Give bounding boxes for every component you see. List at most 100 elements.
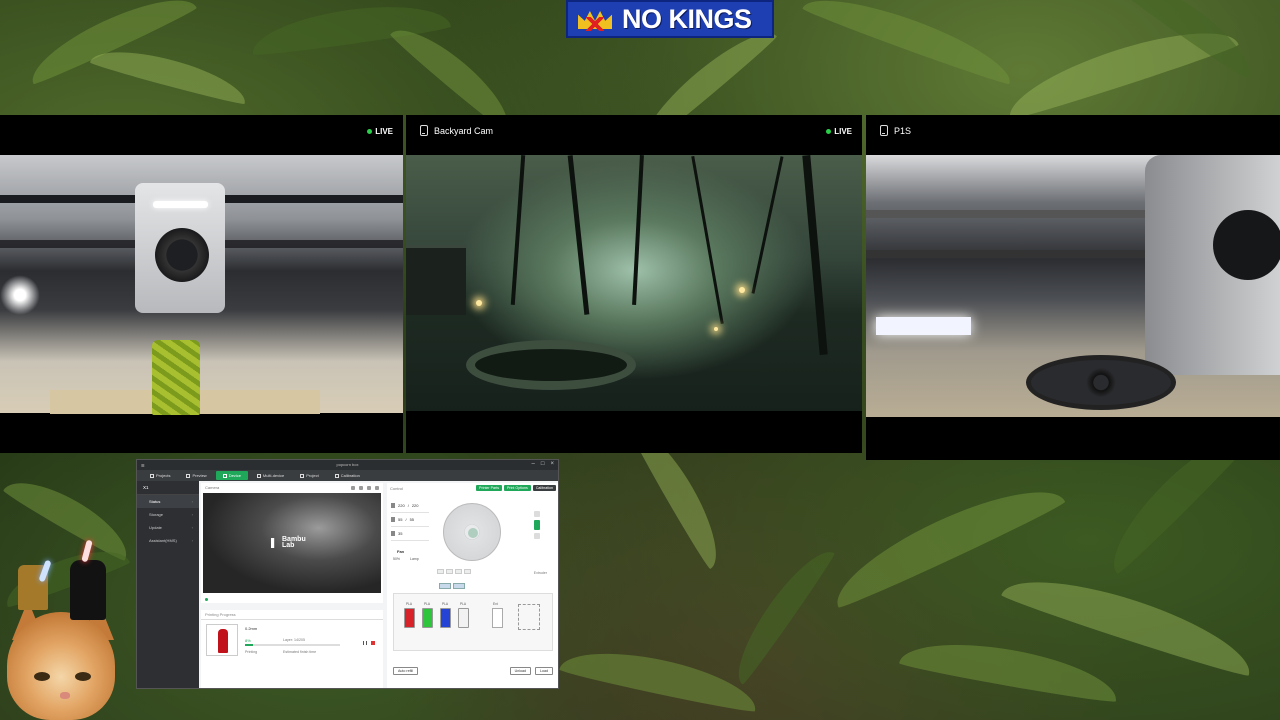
ams-spool-slot[interactable] bbox=[440, 608, 451, 628]
extruder-control bbox=[531, 511, 543, 563]
ams-slot-label: PLA bbox=[441, 602, 449, 606]
sidebar-item-update[interactable]: Update bbox=[137, 521, 199, 534]
cat-nose bbox=[60, 692, 70, 699]
job-file-name: 0.2mm bbox=[245, 626, 258, 631]
multi-device-icon bbox=[256, 473, 261, 478]
close-icon[interactable]: × bbox=[550, 461, 554, 467]
calibration-icon bbox=[334, 473, 339, 478]
z-button[interactable] bbox=[446, 569, 453, 574]
tab-multi-device[interactable]: Multi-device bbox=[250, 471, 291, 480]
lamp-toggle[interactable]: Lamp bbox=[410, 557, 419, 561]
camera-title: P1S bbox=[880, 125, 911, 136]
brand-text: Lab bbox=[282, 542, 295, 549]
tab-projects[interactable]: Projects bbox=[143, 471, 177, 480]
cat-eye bbox=[75, 672, 91, 681]
temp-value: 55 bbox=[398, 517, 403, 522]
tab-preview[interactable]: Preview bbox=[179, 471, 213, 480]
window-titlebar[interactable]: ☰ popcorn box – □ × bbox=[137, 460, 558, 470]
maximize-icon[interactable]: □ bbox=[541, 461, 545, 467]
device-icon bbox=[222, 473, 227, 478]
ams-actions: Auto refill Unload Load bbox=[393, 667, 553, 675]
menu-icon[interactable]: ☰ bbox=[141, 463, 145, 468]
camera-view[interactable]: Bambu Lab bbox=[203, 493, 381, 593]
ams-spool-slot[interactable] bbox=[458, 608, 469, 628]
status-dot bbox=[205, 598, 208, 601]
unload-button[interactable]: Unload bbox=[509, 667, 531, 675]
extrude-up-button[interactable] bbox=[534, 511, 540, 517]
ams-tab[interactable] bbox=[453, 583, 465, 589]
extruder-diagram bbox=[518, 604, 540, 630]
fire-pit bbox=[466, 340, 636, 390]
phone-icon bbox=[420, 125, 428, 136]
crown-icon bbox=[574, 3, 616, 35]
camera-title: Backyard Cam bbox=[420, 125, 493, 136]
ams-spool-slot[interactable] bbox=[422, 608, 433, 628]
nozzle-icon bbox=[391, 503, 395, 508]
sidebar-item-status[interactable]: Status bbox=[137, 495, 199, 508]
chamber-light bbox=[0, 275, 40, 315]
bambu-studio-window[interactable]: ☰ popcorn box – □ × Projects Preview Dev… bbox=[136, 459, 559, 689]
record-icon[interactable] bbox=[351, 485, 355, 490]
cat-eye bbox=[34, 672, 50, 681]
tab-project[interactable]: Project bbox=[293, 471, 325, 480]
printer-parts-button[interactable]: Printer Parts bbox=[476, 485, 503, 491]
z-button[interactable] bbox=[455, 569, 462, 574]
ams-slot-label: PLA bbox=[423, 602, 431, 606]
xy-jog-control[interactable] bbox=[443, 503, 501, 561]
camera-panel-printer: LIVE bbox=[0, 115, 403, 453]
tab-calibration[interactable]: Calibration bbox=[328, 471, 367, 480]
control-section: Control Printer Parts Print Options Cali… bbox=[387, 483, 558, 688]
tab-device[interactable]: Device bbox=[215, 471, 248, 480]
calibration-button[interactable]: Calibration bbox=[532, 485, 556, 491]
light-source bbox=[714, 327, 718, 331]
camera-header: P1S bbox=[866, 115, 1280, 155]
print-stage: Printing bbox=[245, 650, 258, 654]
bed-icon bbox=[391, 517, 395, 522]
ams-spool-slot[interactable] bbox=[404, 608, 415, 628]
stop-icon[interactable] bbox=[371, 641, 375, 645]
camera-settings-icon[interactable] bbox=[375, 485, 379, 490]
fan-speed[interactable]: 50% bbox=[393, 557, 400, 561]
pause-icon[interactable] bbox=[363, 641, 367, 645]
z-button[interactable] bbox=[464, 569, 471, 574]
tab-label: Projects bbox=[156, 473, 171, 478]
ams-slot-label: PLA bbox=[405, 602, 413, 606]
logo-text: NO KINGS bbox=[622, 3, 752, 34]
live-dot-icon bbox=[826, 129, 832, 134]
ams-tab[interactable] bbox=[439, 583, 451, 589]
toolhead bbox=[135, 183, 225, 313]
live-label: LIVE bbox=[375, 127, 393, 136]
light-source bbox=[476, 300, 482, 306]
sidebar-item-storage[interactable]: Storage bbox=[137, 508, 199, 521]
extrude-down-button[interactable] bbox=[534, 533, 540, 539]
temp-target: 55 bbox=[409, 517, 415, 522]
tab-label: Preview bbox=[192, 473, 207, 478]
bambu-lab-logo: Bambu Lab bbox=[271, 536, 306, 549]
bed-temp[interactable]: 55/55 bbox=[391, 513, 429, 527]
resolution-icon[interactable] bbox=[367, 485, 371, 490]
printing-progress-section: Printing Progress 0.2mm 8% Layer: 14/205… bbox=[201, 610, 383, 688]
toolhead-light bbox=[153, 201, 208, 208]
sidebar-item-assistant[interactable]: Assistant(HMS) bbox=[137, 534, 199, 547]
model-thumbnail bbox=[206, 624, 238, 656]
progress-fill bbox=[245, 644, 253, 646]
load-button[interactable]: Load bbox=[535, 667, 553, 675]
timelapse-icon[interactable] bbox=[359, 485, 363, 490]
tab-label: Multi-device bbox=[262, 473, 285, 478]
window-title: popcorn box bbox=[336, 462, 359, 467]
z-button[interactable] bbox=[437, 569, 444, 574]
minimize-icon[interactable]: – bbox=[532, 461, 535, 467]
print-options-button[interactable]: Print Options bbox=[504, 485, 531, 491]
nozzle-temp[interactable]: 220/220 bbox=[391, 499, 429, 513]
ams-settings-button[interactable]: Auto refill bbox=[393, 667, 418, 675]
ext-spool[interactable] bbox=[492, 608, 503, 628]
printer-selector[interactable]: X1 bbox=[137, 481, 199, 495]
z-axis-buttons bbox=[437, 569, 471, 574]
section-title: Control bbox=[390, 485, 403, 491]
home-button[interactable] bbox=[468, 528, 478, 538]
toolhead bbox=[1145, 155, 1280, 375]
progress-bar bbox=[245, 644, 340, 646]
ams-slot-label: PLA bbox=[459, 602, 467, 606]
live-indicator: LIVE bbox=[826, 127, 852, 136]
camera-section-title: Camera bbox=[205, 485, 220, 490]
